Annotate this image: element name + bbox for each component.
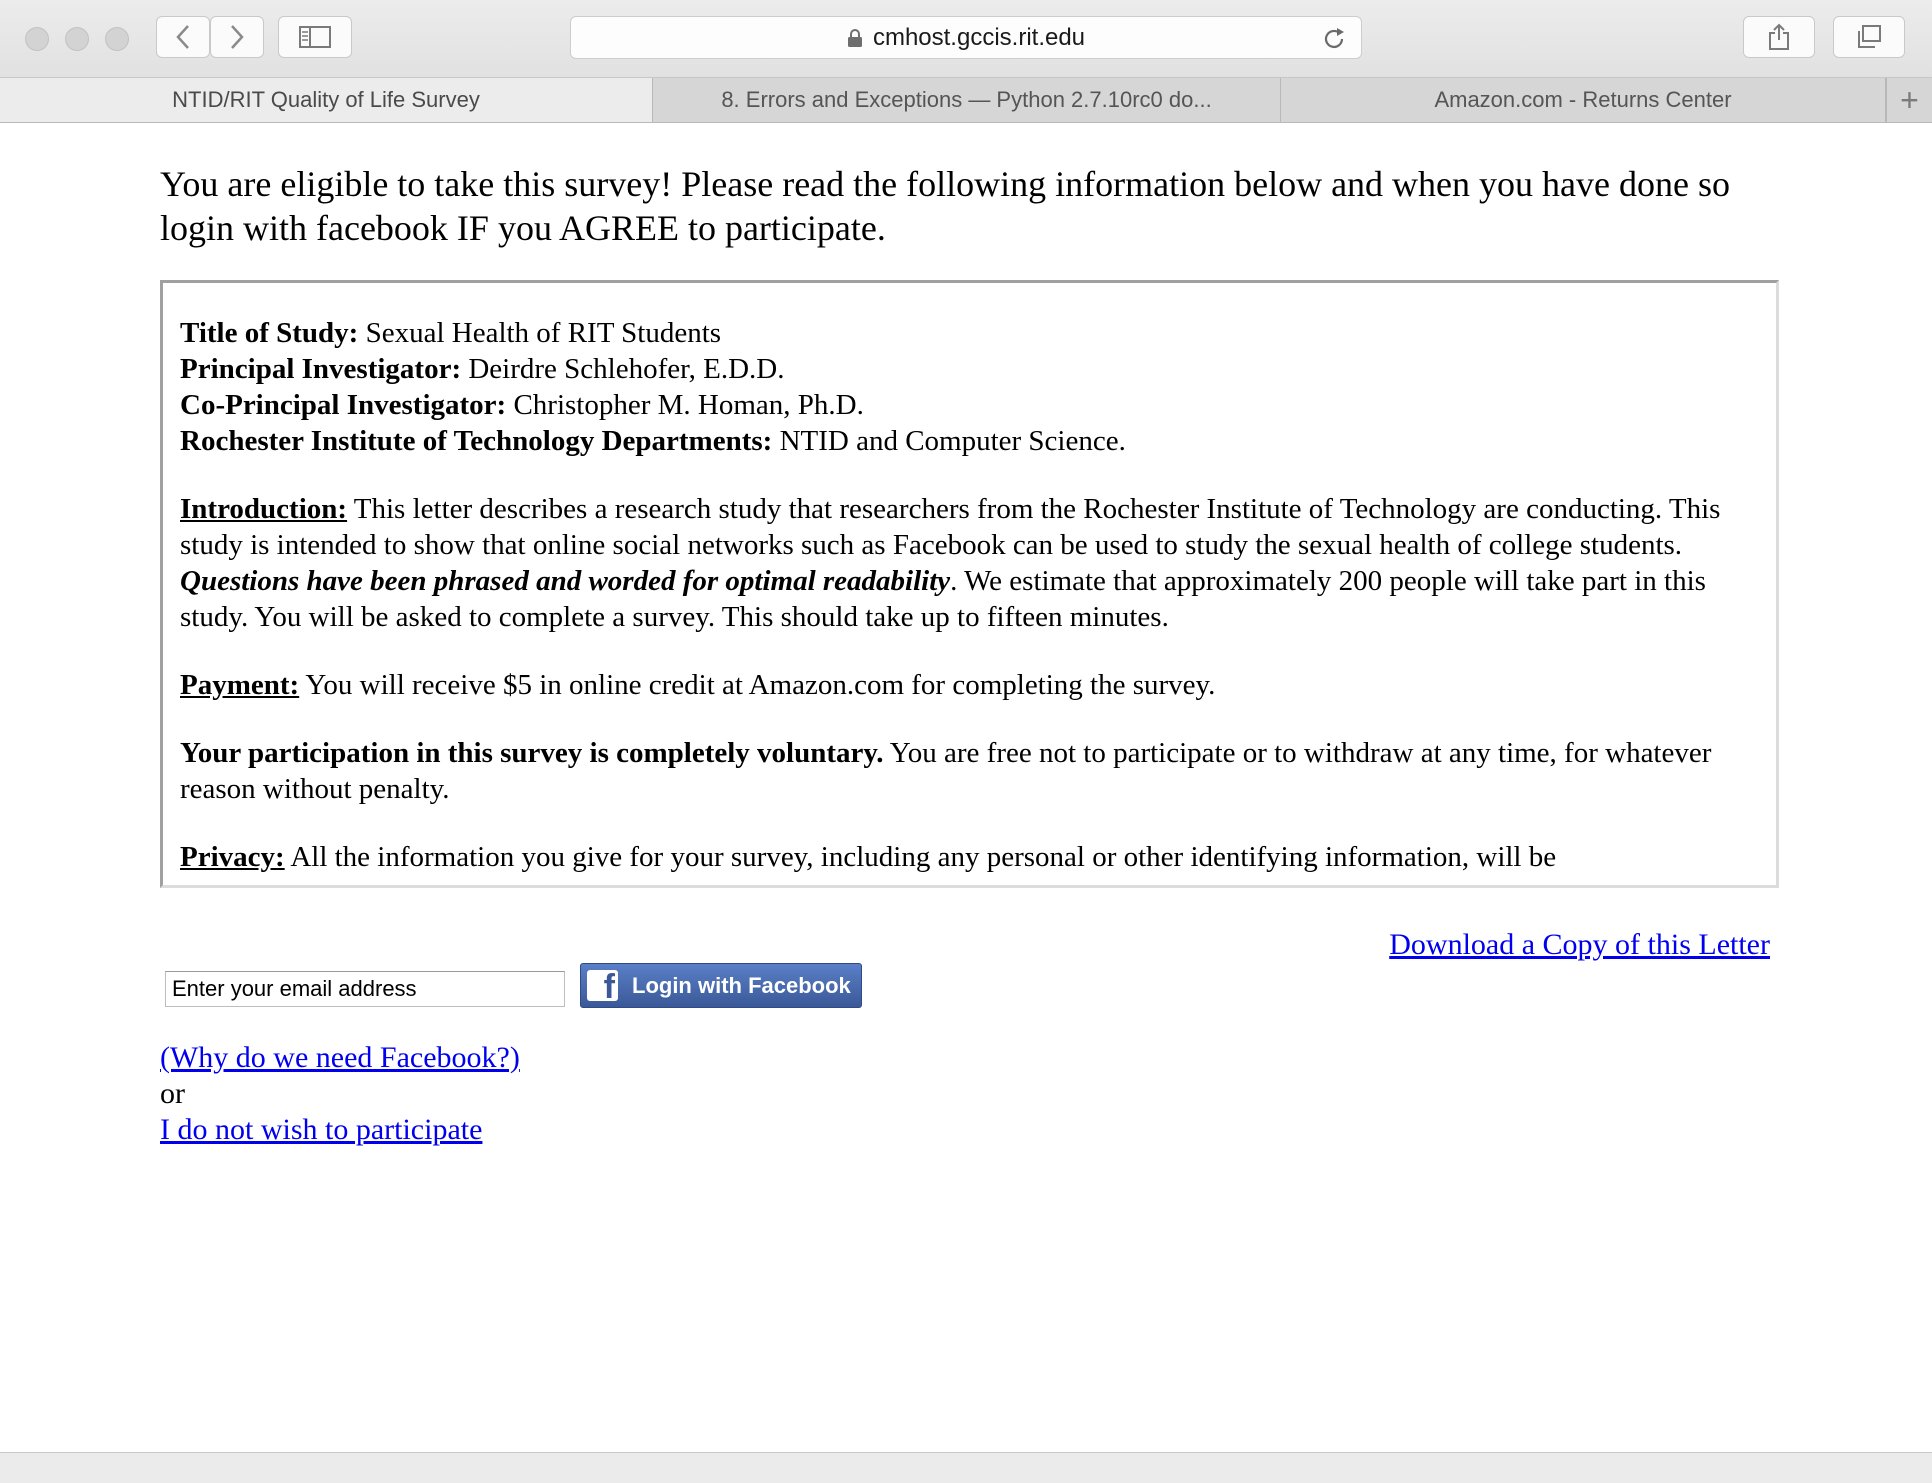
browser-status-bar — [0, 1452, 1932, 1483]
pi-value: Deirdre Schlehofer, E.D.D. — [461, 353, 785, 385]
participation-links: (Why do we need Facebook?) or I do not w… — [160, 1040, 520, 1148]
title-value: Sexual Health of RIT Students — [358, 317, 722, 349]
decline-participation-link[interactable]: I do not wish to participate — [160, 1112, 520, 1148]
or-text: or — [160, 1077, 185, 1110]
tab-label: 8. Errors and Exceptions — Python 2.7.10… — [721, 87, 1212, 112]
introduction-label: Introduction: — [180, 493, 348, 525]
forward-button[interactable] — [210, 16, 264, 58]
copi-label: Co-Principal Investigator: — [180, 389, 507, 421]
tab-label: Amazon.com - Returns Center — [1434, 87, 1732, 112]
email-input[interactable] — [165, 971, 565, 1007]
facebook-login-button[interactable]: f Login with Facebook — [580, 963, 862, 1008]
plus-icon: + — [1900, 81, 1919, 118]
url-text: cmhost.gccis.rit.edu — [872, 23, 1086, 51]
sidebar-toggle-button[interactable] — [278, 16, 352, 58]
privacy-paragraph: Privacy: All the information you give fo… — [180, 839, 1760, 875]
introduction-paragraph: Introduction: This letter describes a re… — [180, 491, 1760, 635]
address-bar[interactable]: cmhost.gccis.rit.edu — [570, 16, 1362, 59]
download-letter-link[interactable]: Download a Copy of this Letter — [1389, 928, 1770, 962]
sidebar-icon — [299, 26, 331, 48]
browser-toolbar: cmhost.gccis.rit.edu — [0, 0, 1932, 78]
information-letter-box[interactable]: Title of Study: Sexual Health of RIT Stu… — [160, 280, 1779, 888]
close-window-button[interactable] — [25, 27, 49, 51]
address-bar-content: cmhost.gccis.rit.edu — [571, 17, 1361, 58]
voluntary-paragraph: Your participation in this survey is com… — [180, 735, 1760, 807]
privacy-label: Privacy: — [180, 841, 285, 873]
payment-label: Payment: — [180, 669, 300, 701]
tab-amazon-returns[interactable]: Amazon.com - Returns Center — [1281, 78, 1886, 122]
payment-paragraph: Payment: You will receive $5 in online c… — [180, 667, 1760, 703]
zoom-window-button[interactable] — [105, 27, 129, 51]
copi-value: Christopher M. Homan, Ph.D. — [506, 389, 864, 421]
tab-bar: NTID/RIT Quality of Life Survey 8. Error… — [0, 78, 1932, 123]
departments-value: NTID and Computer Science. — [772, 425, 1126, 457]
back-button[interactable] — [156, 16, 210, 58]
pi-label: Principal Investigator: — [180, 353, 462, 385]
eligibility-message: You are eligible to take this survey! Pl… — [160, 164, 1730, 248]
why-facebook-link[interactable]: (Why do we need Facebook?) — [160, 1040, 520, 1076]
chevron-left-icon — [176, 25, 189, 49]
facebook-icon: f — [587, 970, 618, 1001]
share-button[interactable] — [1743, 16, 1815, 58]
payment-text: You will receive $5 in online credit at … — [299, 669, 1216, 701]
tabs-icon — [1858, 25, 1881, 48]
privacy-text: All the information you give for your su… — [284, 841, 1557, 873]
share-icon — [1769, 23, 1789, 50]
facebook-login-label: Login with Facebook — [632, 972, 851, 998]
information-letter: Title of Study: Sexual Health of RIT Stu… — [163, 283, 1776, 875]
title-label: Title of Study: — [180, 317, 359, 349]
tab-quality-of-life-survey[interactable]: NTID/RIT Quality of Life Survey — [0, 78, 653, 122]
lock-icon — [847, 28, 862, 47]
minimize-window-button[interactable] — [65, 27, 89, 51]
tab-label: NTID/RIT Quality of Life Survey — [172, 87, 480, 112]
study-details: Title of Study: Sexual Health of RIT Stu… — [180, 315, 1760, 459]
departments-label: Rochester Institute of Technology Depart… — [180, 425, 773, 457]
introduction-text: This letter describes a research study t… — [180, 493, 1721, 561]
introduction-emphasis: Questions have been phrased and worded f… — [180, 565, 951, 597]
voluntary-label: Your participation in this survey is com… — [180, 737, 884, 769]
tab-overview-button[interactable] — [1833, 16, 1905, 58]
new-tab-button[interactable]: + — [1886, 78, 1932, 122]
tab-python-errors[interactable]: 8. Errors and Exceptions — Python 2.7.10… — [653, 78, 1281, 122]
chevron-right-icon — [231, 25, 244, 49]
reload-icon[interactable] — [1321, 26, 1347, 52]
